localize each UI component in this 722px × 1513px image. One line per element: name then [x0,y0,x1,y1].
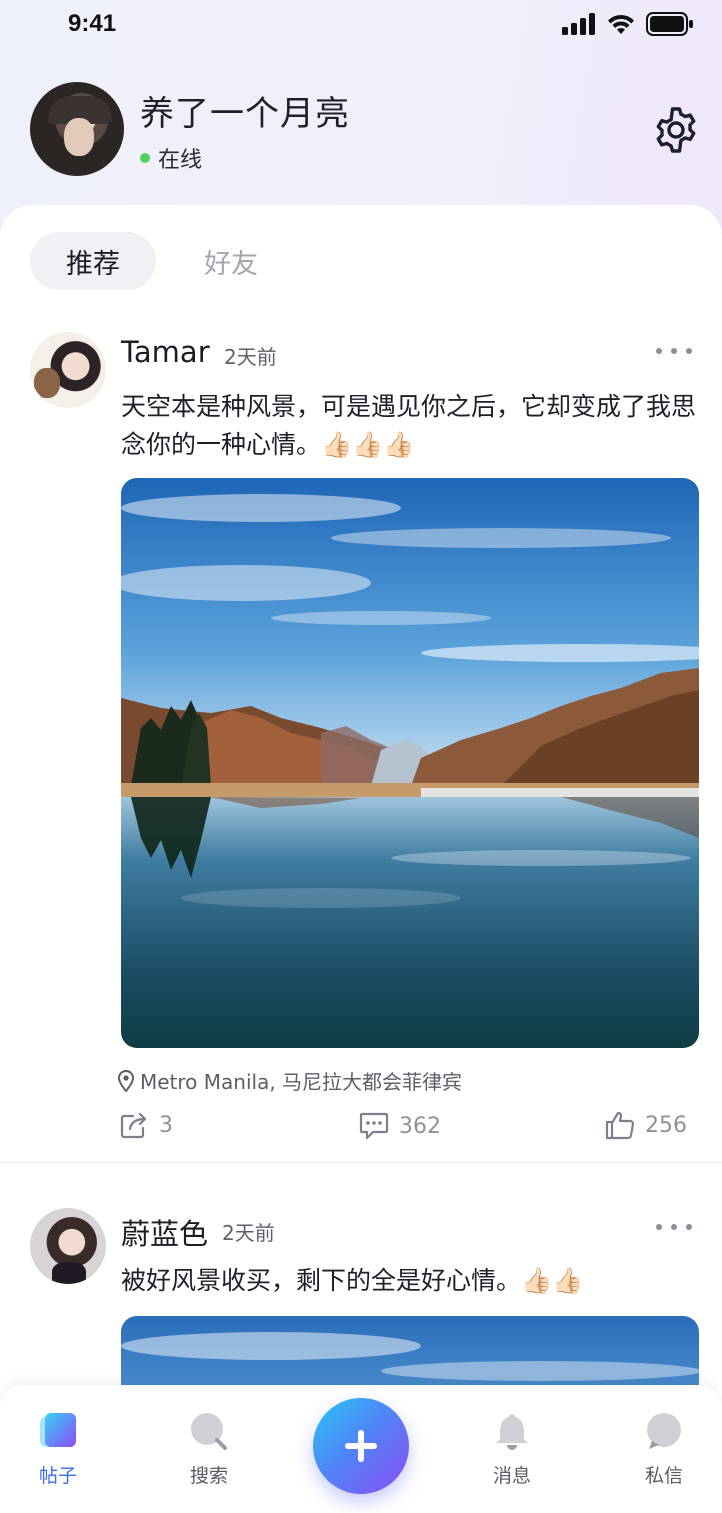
comment-button[interactable]: 362 [359,1110,441,1142]
post-location-text: Metro Manila, 马尼拉大都会菲律宾 [140,1070,463,1094]
post-actions: 3 362 256 [0,1108,722,1148]
nav-messages-label: 消息 [492,1465,531,1487]
tab-friends[interactable]: 好友 [168,232,294,290]
location-pin-icon [118,1069,134,1092]
nav-messages[interactable]: 消息 [462,1385,562,1513]
status-bar: 9:41 [0,0,722,50]
nav-private-messages[interactable]: 私信 [614,1385,714,1513]
sky-photo [121,1316,699,1396]
online-dot [140,153,150,163]
share-count: 3 [159,1112,173,1138]
avatar-shirt-shape [52,1262,86,1284]
share-icon [120,1112,147,1139]
comment-count: 362 [399,1113,441,1139]
feed-tabs: 推荐 好友 [30,232,294,290]
add-post-button[interactable] [313,1398,409,1494]
post-author-avatar[interactable] [30,1208,106,1284]
post-location[interactable]: Metro Manila, 马尼拉大都会菲律宾 [118,1066,462,1095]
post-divider [0,1162,722,1163]
profile-name: 养了一个月亮 [140,94,350,134]
post-image[interactable] [121,478,699,1048]
post-author-avatar[interactable] [30,332,106,408]
like-button[interactable]: 256 [605,1110,687,1140]
dot [656,348,662,354]
avatar[interactable] [30,82,124,176]
post-time: 2天前 [224,345,277,369]
lake-mountain-photo [121,478,699,1048]
posts-icon [40,1413,76,1447]
comment-icon [359,1112,389,1140]
post-more-button[interactable] [656,341,692,361]
post-image[interactable] [121,1316,699,1396]
online-status-label: 在线 [158,148,203,173]
post-text: 被好风景收买，剩下的全是好心情。👍🏻👍🏻 [121,1266,584,1295]
post-author-name[interactable]: Tamar [121,335,210,369]
teddy-bear-shape [34,368,60,398]
battery-icon [646,12,693,36]
dot [671,348,677,354]
bell-icon [496,1414,528,1450]
search-icon [191,1413,227,1450]
dot [686,1224,692,1230]
profile-header: 养了一个月亮 在线 [0,60,722,200]
status-time: 9:41 [68,10,117,37]
nav-search-label: 搜索 [189,1465,228,1487]
dot [686,348,692,354]
post-text: 天空本是种风景，可是遇见你之后，它却变成了我思念你的一种心情。👍🏻👍🏻👍🏻 [121,392,697,459]
share-button[interactable]: 3 [119,1110,173,1140]
thumbs-up-icon [605,1111,635,1140]
online-status: 在线 [140,142,202,174]
status-icons [562,12,694,36]
tab-recommend[interactable]: 推荐 [30,232,156,290]
settings-gear-icon[interactable] [650,104,702,156]
avatar-face [64,118,94,156]
post-more-button[interactable] [656,1217,692,1237]
dot [656,1224,662,1230]
post-author-name[interactable]: 蔚蓝色 [121,1211,208,1253]
like-count: 256 [645,1112,687,1138]
dot [671,1224,677,1230]
chat-icon [647,1413,681,1449]
nav-posts-label: 帖子 [38,1465,77,1487]
nav-search[interactable]: 搜索 [159,1385,259,1513]
nav-private-messages-label: 私信 [644,1465,683,1487]
post-time: 2天前 [222,1221,275,1245]
wifi-icon [608,14,634,34]
signal-icon [562,13,595,35]
nav-posts[interactable]: 帖子 [8,1385,108,1513]
